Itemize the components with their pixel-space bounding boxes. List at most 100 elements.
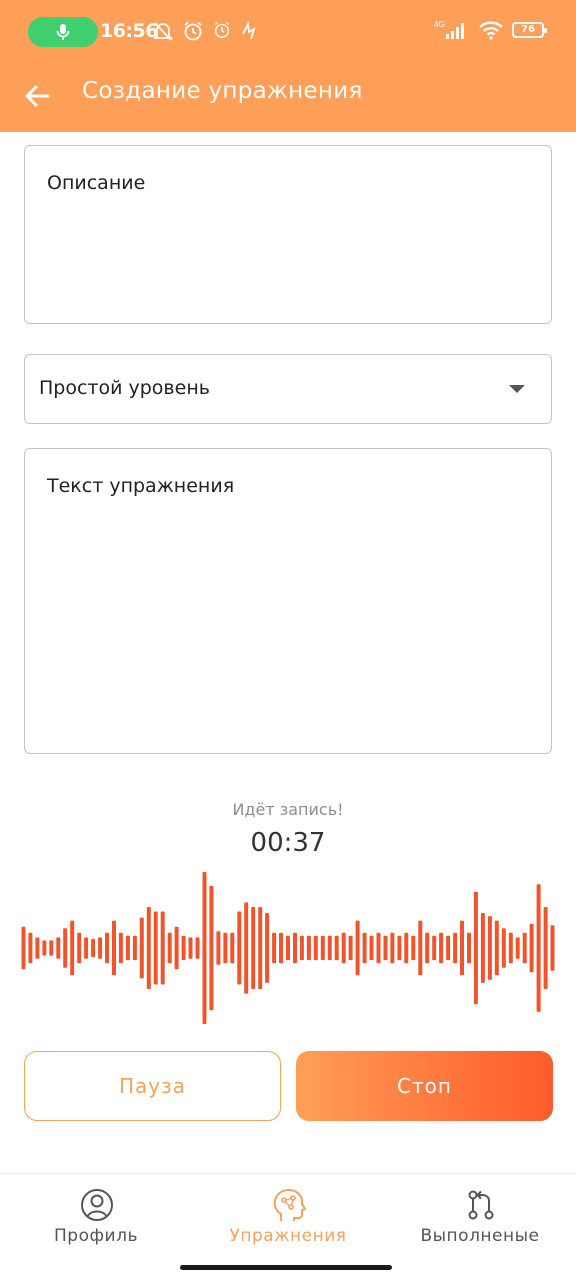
waveform-bar [508, 932, 513, 964]
waveform-bar [202, 872, 207, 1024]
waveform-bar [418, 920, 423, 976]
waveform-bar [293, 932, 297, 964]
back-button[interactable] [16, 74, 60, 118]
description-placeholder: Описание [47, 172, 146, 194]
waveform-bar [501, 928, 506, 968]
waveform-bar [195, 937, 200, 959]
waveform-bar [480, 913, 485, 983]
waveform-bar [272, 932, 277, 964]
waveform-bar [439, 932, 444, 964]
waveform-bar [91, 938, 96, 958]
completed-icon [468, 1190, 494, 1220]
waveform-bar [265, 913, 270, 983]
waveform-bar [467, 932, 471, 964]
signal-icon: 4G [434, 20, 464, 39]
pause-button[interactable]: Пауза [24, 1051, 281, 1121]
level-value: Простой уровень [39, 377, 210, 399]
waveform-bar [63, 928, 68, 968]
waveform-bar [251, 907, 256, 990]
waveform-bar [28, 932, 33, 964]
recording-timer: 00:37 [250, 828, 326, 858]
waveform-bar [160, 911, 165, 985]
nav-item-completed[interactable]: Выполненые [384, 1174, 576, 1264]
nav-item-exercises[interactable]: Упражнения [192, 1174, 384, 1264]
waveform-bar [411, 935, 416, 961]
waveform-bar [522, 932, 527, 964]
waveform-bar [258, 907, 263, 990]
stop-button[interactable]: Стоп [296, 1051, 553, 1121]
activity-icon [242, 20, 256, 40]
profile-icon [81, 1189, 113, 1221]
waveform-bar [77, 932, 82, 964]
waveform-bar [132, 935, 137, 961]
nav-label-completed: Выполненые [420, 1226, 540, 1246]
waveform-bar [49, 940, 54, 956]
waveform-bar [286, 935, 290, 961]
waveform-bar [56, 937, 61, 959]
waveform-bar [550, 925, 555, 971]
description-field[interactable]: Описание [24, 145, 552, 324]
waveform-bar [390, 932, 395, 964]
exercise-text-field[interactable]: Текст упражнения [24, 448, 552, 754]
waveform-bar [299, 935, 304, 961]
waveform-bar [181, 935, 186, 961]
home-indicator[interactable] [180, 1265, 392, 1270]
waveform-bar [139, 917, 144, 979]
waveform-bar [21, 926, 26, 970]
waveform-bar [487, 916, 492, 980]
waveform-bar [174, 926, 179, 970]
waveform-bar [153, 911, 158, 985]
waveform-bar [35, 937, 40, 959]
network-label: 4G [434, 20, 445, 29]
bell-off-icon [152, 22, 174, 41]
waveform-bar [244, 902, 249, 994]
waveform-bar [348, 935, 353, 961]
waveform-bar [404, 932, 409, 964]
waveform-bar [529, 923, 534, 973]
status-bar: 16:56 4G 76 [0, 0, 576, 64]
battery-icon: 76 [512, 22, 547, 38]
recording-status: Идёт запись! [232, 800, 344, 819]
waveform-bar [369, 935, 374, 961]
app-bar: Создание упражнения [0, 64, 576, 132]
waveform-bar [313, 935, 318, 961]
waveform-bar [425, 932, 430, 964]
waveform-bar [327, 935, 332, 961]
waveform-bar [279, 932, 283, 964]
waveform-bar [237, 911, 242, 985]
level-select[interactable]: Простой уровень [24, 354, 552, 424]
nav-label-profile: Профиль [54, 1226, 138, 1246]
mic-icon [56, 24, 70, 40]
page-title: Создание упражнения [82, 78, 363, 104]
waveform-bar [376, 932, 381, 964]
waveform-bar [146, 907, 151, 990]
waveform-bar [105, 932, 109, 964]
alarm-small-icon [214, 22, 230, 38]
nav-item-profile[interactable]: Профиль [0, 1174, 192, 1264]
exercise-text-placeholder: Текст упражнения [47, 475, 235, 497]
waveform-bar [362, 932, 367, 964]
waveform-bar [306, 935, 311, 961]
waveform-bar [98, 937, 103, 959]
waveform-bar [460, 920, 464, 976]
waveform-bar [432, 935, 437, 961]
waveform-bar [320, 935, 325, 961]
waveform-bar [536, 884, 541, 1012]
waveform-bar [473, 891, 478, 1005]
wifi-icon [479, 21, 503, 40]
waveform-bar [118, 932, 123, 964]
nav-label-exercises: Упражнения [229, 1226, 347, 1246]
status-time: 16:56 [100, 20, 158, 42]
mic-indicator [28, 17, 98, 47]
waveform-bar [42, 940, 47, 956]
waveform-bar [355, 920, 360, 976]
waveform-bar [515, 937, 520, 959]
waveform-bar [216, 931, 221, 965]
waveform-bar [209, 885, 214, 1011]
waveform-bar [334, 935, 339, 961]
battery-level: 76 [521, 24, 535, 35]
waveform-bar [230, 932, 235, 964]
bottom-nav: Профиль Упражнения Выполненые [0, 1173, 576, 1280]
waveform-bar [446, 935, 451, 961]
exercises-icon [273, 1189, 306, 1221]
